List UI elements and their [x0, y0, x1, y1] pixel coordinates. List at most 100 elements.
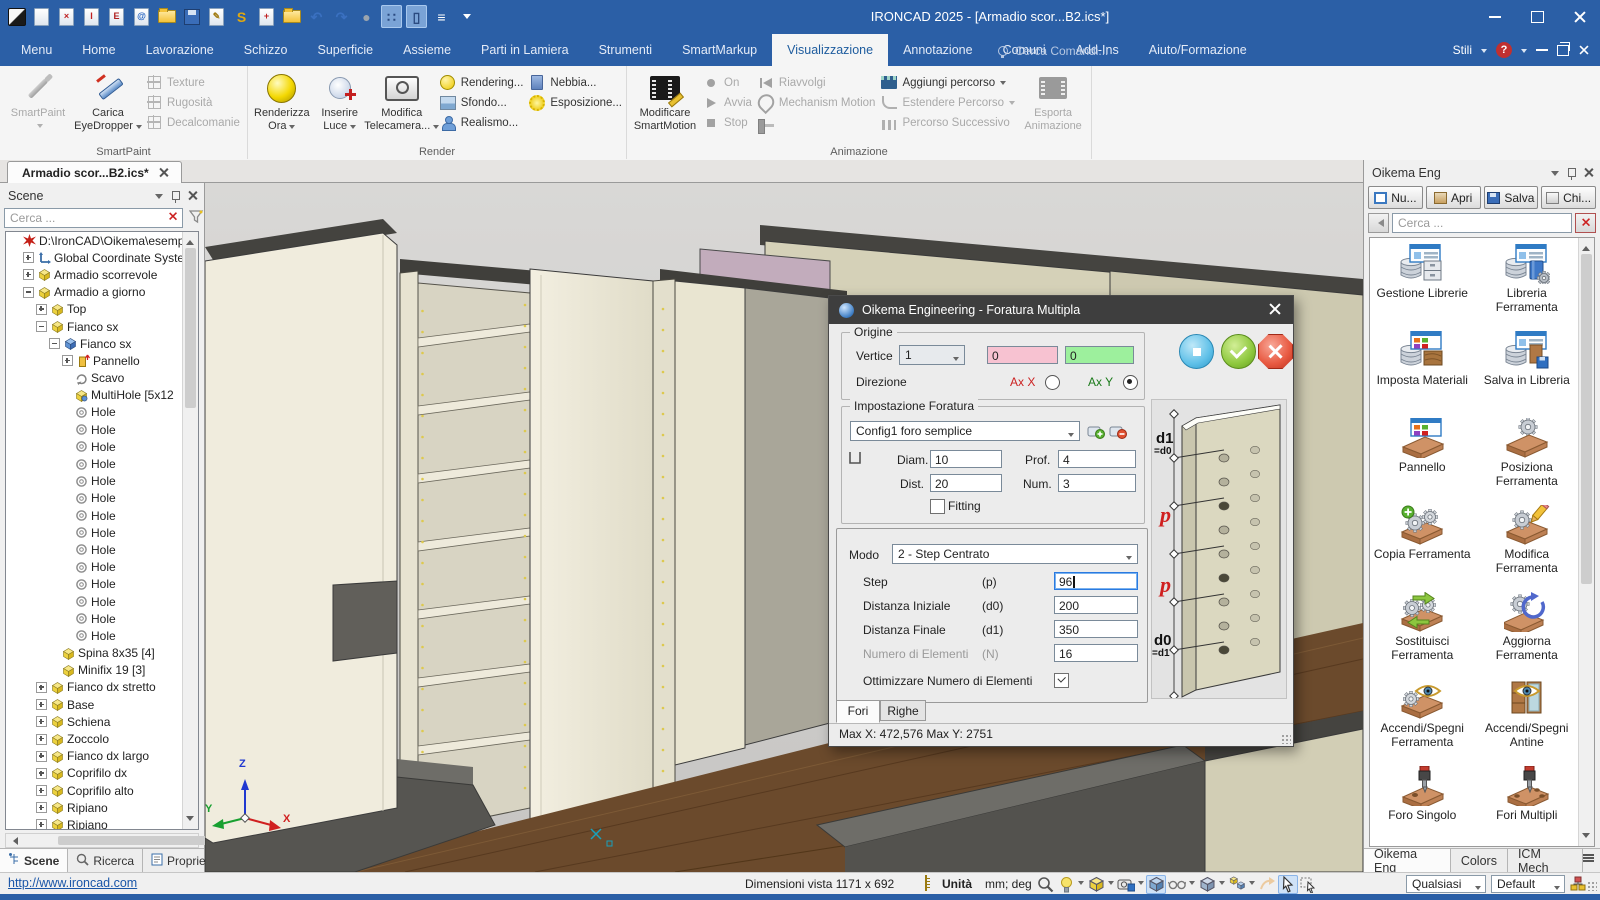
tree-item-hole-14[interactable]: Hole: [6, 473, 198, 490]
open-file-icon[interactable]: [156, 5, 177, 28]
catalog-item-salva-in-libreria[interactable]: Salva in Libreria: [1475, 327, 1580, 414]
clear-search-button[interactable]: [165, 210, 181, 224]
expand-toggle[interactable]: [36, 802, 47, 813]
save-edit-icon[interactable]: ✎: [206, 5, 227, 28]
expand-toggle[interactable]: [36, 716, 47, 727]
select-box-icon[interactable]: [1299, 875, 1319, 894]
expand-toggle[interactable]: [23, 269, 34, 280]
tree-horizontal-scrollbar[interactable]: [5, 833, 199, 848]
ribbon-tab-visualizzazione[interactable]: Visualizzazione: [772, 34, 888, 66]
tree-item-armadio-scorrevole-2[interactable]: Armadio scorrevole: [6, 266, 198, 283]
smart-dimensions-icon[interactable]: ∷: [381, 5, 402, 28]
tree-item-fianco-dx-stretto-26[interactable]: Fianco dx stretto: [6, 679, 198, 696]
render-cube-dropdown-icon[interactable]: [1108, 881, 1114, 888]
transparency-glasses-icon[interactable]: [1167, 875, 1187, 894]
modifica-telecamera-button[interactable]: ModificaTelecamera...: [370, 69, 434, 133]
tree-item-d-ironcad-oikema-esempi-c-0[interactable]: D:\IronCAD\Oikema\esempi c: [6, 232, 198, 249]
config-dropdown[interactable]: Config1 foro semplice: [850, 421, 1080, 441]
tree-item-fianco-sx-6[interactable]: Fianco sx: [6, 335, 198, 352]
modificare-smartmotion-button[interactable]: ModificareSmartMotion: [633, 69, 697, 133]
lamp-tool-dropdown-icon[interactable]: [1078, 881, 1084, 888]
filter-icon[interactable]: [189, 209, 204, 227]
tree-item-zoccolo-29[interactable]: Zoccolo: [6, 730, 198, 747]
panel-close-icon[interactable]: [188, 190, 200, 202]
dialog-title-bar[interactable]: Oikema Engineering - Foratura Multipla: [829, 296, 1293, 324]
tree-item-hole-13[interactable]: Hole: [6, 455, 198, 472]
expand-toggle[interactable]: [62, 355, 73, 366]
catalog-item-gestione-librerie[interactable]: Gestione Librerie: [1370, 240, 1475, 327]
tree-item-ripiano-34[interactable]: Ripiano: [6, 816, 198, 830]
ottimizzare-checkbox[interactable]: [1054, 673, 1069, 688]
selection-filter-dropdown[interactable]: Qualsiasi: [1406, 875, 1486, 893]
origin-y-field[interactable]: 0: [1065, 346, 1134, 364]
tree-item-coprifilo-alto-32[interactable]: Coprifilo alto: [6, 782, 198, 799]
tree-item-hole-17[interactable]: Hole: [6, 524, 198, 541]
styles-dropdown-icon[interactable]: [1481, 49, 1487, 56]
tree-item-hole-10[interactable]: Hole: [6, 404, 198, 421]
expand-toggle[interactable]: [23, 287, 34, 298]
app-logo-icon[interactable]: [6, 5, 27, 28]
command-search[interactable]: Cerca Comandi...: [998, 41, 1108, 61]
ax-y-radio[interactable]: [1123, 375, 1138, 390]
catalog-tab-oikema-eng[interactable]: Oikema Eng: [1364, 849, 1451, 872]
window-resize-grip[interactable]: [1587, 881, 1597, 891]
tab-fori[interactable]: Fori: [836, 700, 880, 723]
solid-view-icon[interactable]: [1197, 875, 1217, 894]
tree-item-multihole-5x12-9[interactable]: MultiHole [5x12: [6, 387, 198, 404]
ribbon-tab-assieme[interactable]: Assieme: [388, 34, 466, 66]
ribbon-tab-aiuto-formazione[interactable]: Aiuto/Formazione: [1134, 34, 1262, 66]
catalog-item-pannello[interactable]: Pannello: [1370, 414, 1475, 501]
catalog-item-accendi-spegni-antine[interactable]: Accendi/Spegni Antine: [1475, 675, 1580, 762]
tree-item-spina-8x35-4-24[interactable]: Spina 8x35 [4]: [6, 645, 198, 662]
distanza-finale-field[interactable]: 350: [1054, 620, 1138, 638]
ribbon-item-rendering[interactable]: Rendering...: [440, 75, 524, 90]
catalog-item-posiziona-ferramenta[interactable]: Posiziona Ferramenta: [1475, 414, 1580, 501]
cancel-button[interactable]: [1258, 334, 1293, 369]
panel-toggle-icon[interactable]: ▯: [406, 5, 427, 28]
catalog-item-aggiorna-ferramenta[interactable]: Aggiorna Ferramenta: [1475, 588, 1580, 675]
paste-catalog-icon[interactable]: [281, 5, 302, 28]
tree-item-hole-15[interactable]: Hole: [6, 490, 198, 507]
save-file-icon[interactable]: [181, 5, 202, 28]
diam-field[interactable]: 10: [930, 450, 1002, 468]
expand-toggle[interactable]: [23, 252, 34, 263]
back-arrow-icon[interactable]: [1368, 213, 1389, 233]
doc-close-icon[interactable]: [1579, 45, 1589, 55]
attach-part-icon[interactable]: +: [256, 5, 277, 28]
camera-snapshot-icon[interactable]: [1116, 875, 1136, 894]
ribbon-item-sfondo[interactable]: Sfondo...: [440, 95, 524, 110]
numero-elementi-field[interactable]: 16: [1054, 644, 1138, 662]
tree-vertical-scrollbar[interactable]: [182, 232, 198, 829]
ribbon-tab-lavorazione[interactable]: Lavorazione: [131, 34, 229, 66]
ribbon-item-realismo[interactable]: Realismo...: [440, 115, 524, 130]
expand-toggle[interactable]: [36, 785, 47, 796]
stop-button[interactable]: [1179, 334, 1214, 369]
catalog-close-icon[interactable]: [1584, 167, 1596, 179]
ok-button[interactable]: [1221, 334, 1256, 369]
catalog-item-accendi-spegni-ferramenta[interactable]: Accendi/Spegni Ferramenta: [1370, 675, 1475, 762]
expand-toggle[interactable]: [36, 304, 47, 315]
undo-icon[interactable]: ↶: [306, 5, 327, 28]
tree-item-ripiano-33[interactable]: Ripiano: [6, 799, 198, 816]
catalog-tabs-menu-icon[interactable]: [1583, 857, 1594, 859]
panel-menu-icon[interactable]: [155, 194, 163, 203]
spline-tool-icon[interactable]: S: [231, 5, 252, 28]
tree-item-hole-20[interactable]: Hole: [6, 576, 198, 593]
origin-x-field[interactable]: 0: [987, 346, 1058, 364]
tree-item-hole-18[interactable]: Hole: [6, 541, 198, 558]
config-remove-icon[interactable]: [1108, 421, 1127, 440]
tree-item-hole-12[interactable]: Hole: [6, 438, 198, 455]
assembly-mode-icon[interactable]: [1227, 875, 1247, 894]
catalog-item-imposta-materiali[interactable]: Imposta Materiali: [1370, 327, 1475, 414]
expand-toggle[interactable]: [36, 751, 47, 762]
ribbon-tab-strumenti[interactable]: Strumenti: [584, 34, 668, 66]
tree-item-coprifilo-dx-31[interactable]: Coprifilo dx: [6, 765, 198, 782]
select-cursor-icon[interactable]: [1278, 875, 1298, 894]
render-cube-icon[interactable]: [1086, 875, 1106, 894]
import-file-icon[interactable]: I: [81, 5, 102, 28]
tree-item-minifix-19-3-25[interactable]: Minifix 19 [3]: [6, 662, 198, 679]
expand-toggle[interactable]: [49, 338, 60, 349]
maximize-icon[interactable]: [1531, 11, 1544, 23]
tree-item-fianco-dx-largo-30[interactable]: Fianco dx largo: [6, 748, 198, 765]
panel-tab-ricerca[interactable]: Ricerca: [68, 849, 143, 872]
